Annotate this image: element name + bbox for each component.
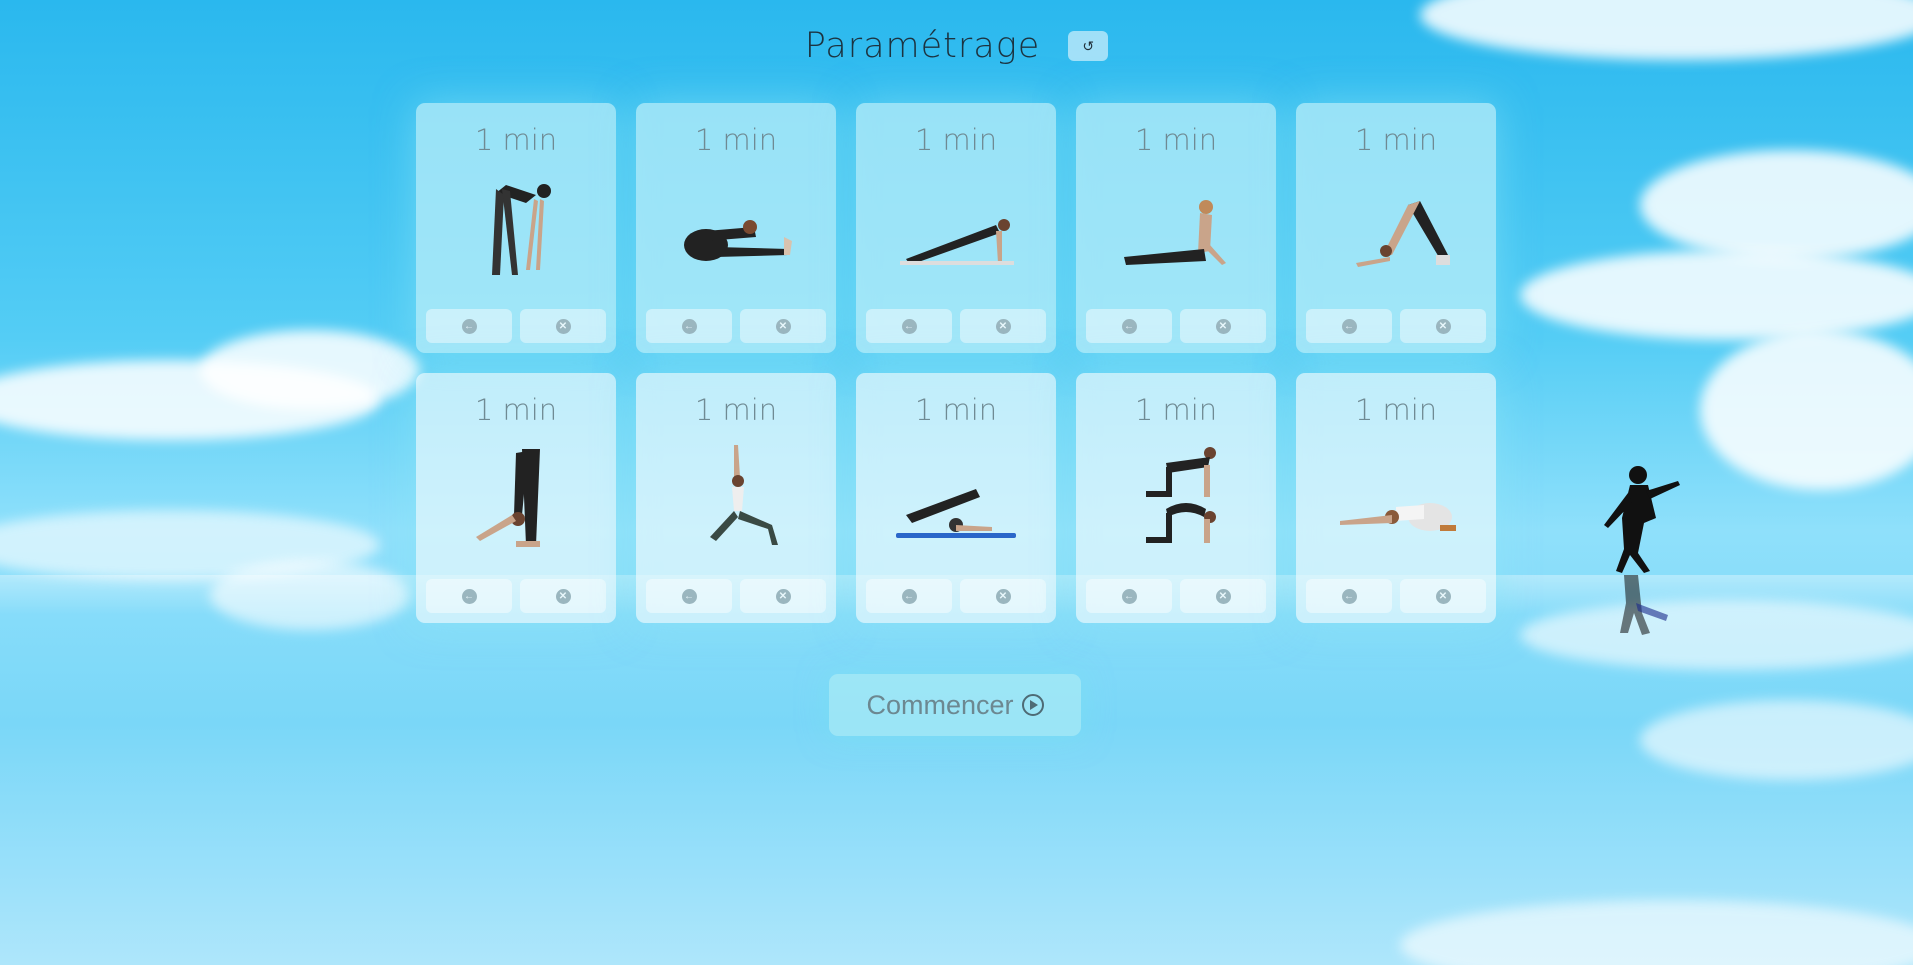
remove-button[interactable]: ✕ bbox=[1400, 309, 1486, 343]
remove-button[interactable]: ✕ bbox=[1400, 579, 1486, 613]
back-button[interactable]: ← bbox=[646, 309, 732, 343]
close-icon: ✕ bbox=[1215, 588, 1231, 604]
exercise-card: 1 min ← ✕ bbox=[1076, 103, 1276, 353]
start-button[interactable]: Commencer bbox=[829, 674, 1081, 736]
back-button[interactable]: ← bbox=[426, 309, 512, 343]
seated-forward-bend-icon bbox=[676, 175, 796, 285]
duration-label: 1 min bbox=[694, 393, 778, 427]
remove-button[interactable]: ✕ bbox=[1180, 579, 1266, 613]
close-icon: ✕ bbox=[995, 318, 1011, 334]
exercise-card: 1 min ← ✕ bbox=[856, 103, 1056, 353]
duration-label: 1 min bbox=[914, 393, 998, 427]
duration-label: 1 min bbox=[914, 123, 998, 157]
reset-icon: ↺ bbox=[1082, 37, 1095, 54]
duration-label: 1 min bbox=[1354, 393, 1438, 427]
reset-button[interactable]: ↺ bbox=[1068, 31, 1109, 61]
remove-button[interactable]: ✕ bbox=[1180, 309, 1266, 343]
close-icon: ✕ bbox=[1435, 588, 1451, 604]
forward-fold-icon bbox=[456, 175, 576, 285]
exercise-card: 1 min ← ✕ bbox=[1296, 373, 1496, 623]
exercise-grid: 1 min ← ✕ 1 min ← ✕ 1 min ← ✕ 1 min ← ✕ … bbox=[416, 103, 1496, 623]
downward-dog-icon bbox=[1336, 175, 1456, 285]
plank-icon bbox=[896, 175, 1016, 285]
back-button[interactable]: ← bbox=[646, 579, 732, 613]
duration-label: 1 min bbox=[1134, 123, 1218, 157]
remove-button[interactable]: ✕ bbox=[520, 309, 606, 343]
crescent-lunge-icon bbox=[676, 445, 796, 555]
exercise-card: 1 min ← ✕ bbox=[636, 103, 836, 353]
arrow-left-icon: ← bbox=[681, 588, 697, 604]
back-button[interactable]: ← bbox=[1086, 309, 1172, 343]
cat-cow-icon bbox=[1116, 445, 1236, 555]
back-button[interactable]: ← bbox=[1306, 579, 1392, 613]
exercise-card: 1 min ← ✕ bbox=[856, 373, 1056, 623]
person-silhouette bbox=[1604, 466, 1680, 635]
back-button[interactable]: ← bbox=[866, 309, 952, 343]
exercise-card: 1 min ← ✕ bbox=[636, 373, 836, 623]
standing-fold-icon bbox=[456, 445, 576, 555]
close-icon: ✕ bbox=[555, 318, 571, 334]
close-icon: ✕ bbox=[555, 588, 571, 604]
exercise-card: 1 min ← ✕ bbox=[1296, 103, 1496, 353]
back-button[interactable]: ← bbox=[426, 579, 512, 613]
arrow-left-icon: ← bbox=[681, 318, 697, 334]
back-button[interactable]: ← bbox=[866, 579, 952, 613]
arrow-left-icon: ← bbox=[901, 318, 917, 334]
plow-pose-icon bbox=[896, 445, 1016, 555]
arrow-left-icon: ← bbox=[901, 588, 917, 604]
close-icon: ✕ bbox=[1435, 318, 1451, 334]
start-label: Commencer bbox=[866, 689, 1014, 720]
duration-label: 1 min bbox=[1134, 393, 1218, 427]
duration-label: 1 min bbox=[474, 123, 558, 157]
arrow-left-icon: ← bbox=[461, 318, 477, 334]
page-header: Paramétrage ↺ bbox=[0, 22, 1913, 70]
exercise-card: 1 min ← ✕ bbox=[1076, 373, 1276, 623]
duration-label: 1 min bbox=[474, 393, 558, 427]
play-icon bbox=[1021, 694, 1044, 716]
close-icon: ✕ bbox=[995, 588, 1011, 604]
arrow-left-icon: ← bbox=[1341, 318, 1357, 334]
arrow-left-icon: ← bbox=[1341, 588, 1357, 604]
remove-button[interactable]: ✕ bbox=[960, 309, 1046, 343]
arrow-left-icon: ← bbox=[1121, 588, 1137, 604]
close-icon: ✕ bbox=[775, 318, 791, 334]
child-pose-icon bbox=[1336, 445, 1456, 555]
exercise-card: 1 min ← ✕ bbox=[416, 103, 616, 353]
back-button[interactable]: ← bbox=[1086, 579, 1172, 613]
back-button[interactable]: ← bbox=[1306, 309, 1392, 343]
arrow-left-icon: ← bbox=[1121, 318, 1137, 334]
close-icon: ✕ bbox=[775, 588, 791, 604]
remove-button[interactable]: ✕ bbox=[740, 309, 826, 343]
arrow-left-icon: ← bbox=[461, 588, 477, 604]
page-title: Paramétrage bbox=[804, 26, 1041, 66]
remove-button[interactable]: ✕ bbox=[960, 579, 1046, 613]
remove-button[interactable]: ✕ bbox=[740, 579, 826, 613]
remove-button[interactable]: ✕ bbox=[520, 579, 606, 613]
duration-label: 1 min bbox=[694, 123, 778, 157]
exercise-card: 1 min ← ✕ bbox=[416, 373, 616, 623]
close-icon: ✕ bbox=[1215, 318, 1231, 334]
duration-label: 1 min bbox=[1354, 123, 1438, 157]
cobra-icon bbox=[1116, 175, 1236, 285]
